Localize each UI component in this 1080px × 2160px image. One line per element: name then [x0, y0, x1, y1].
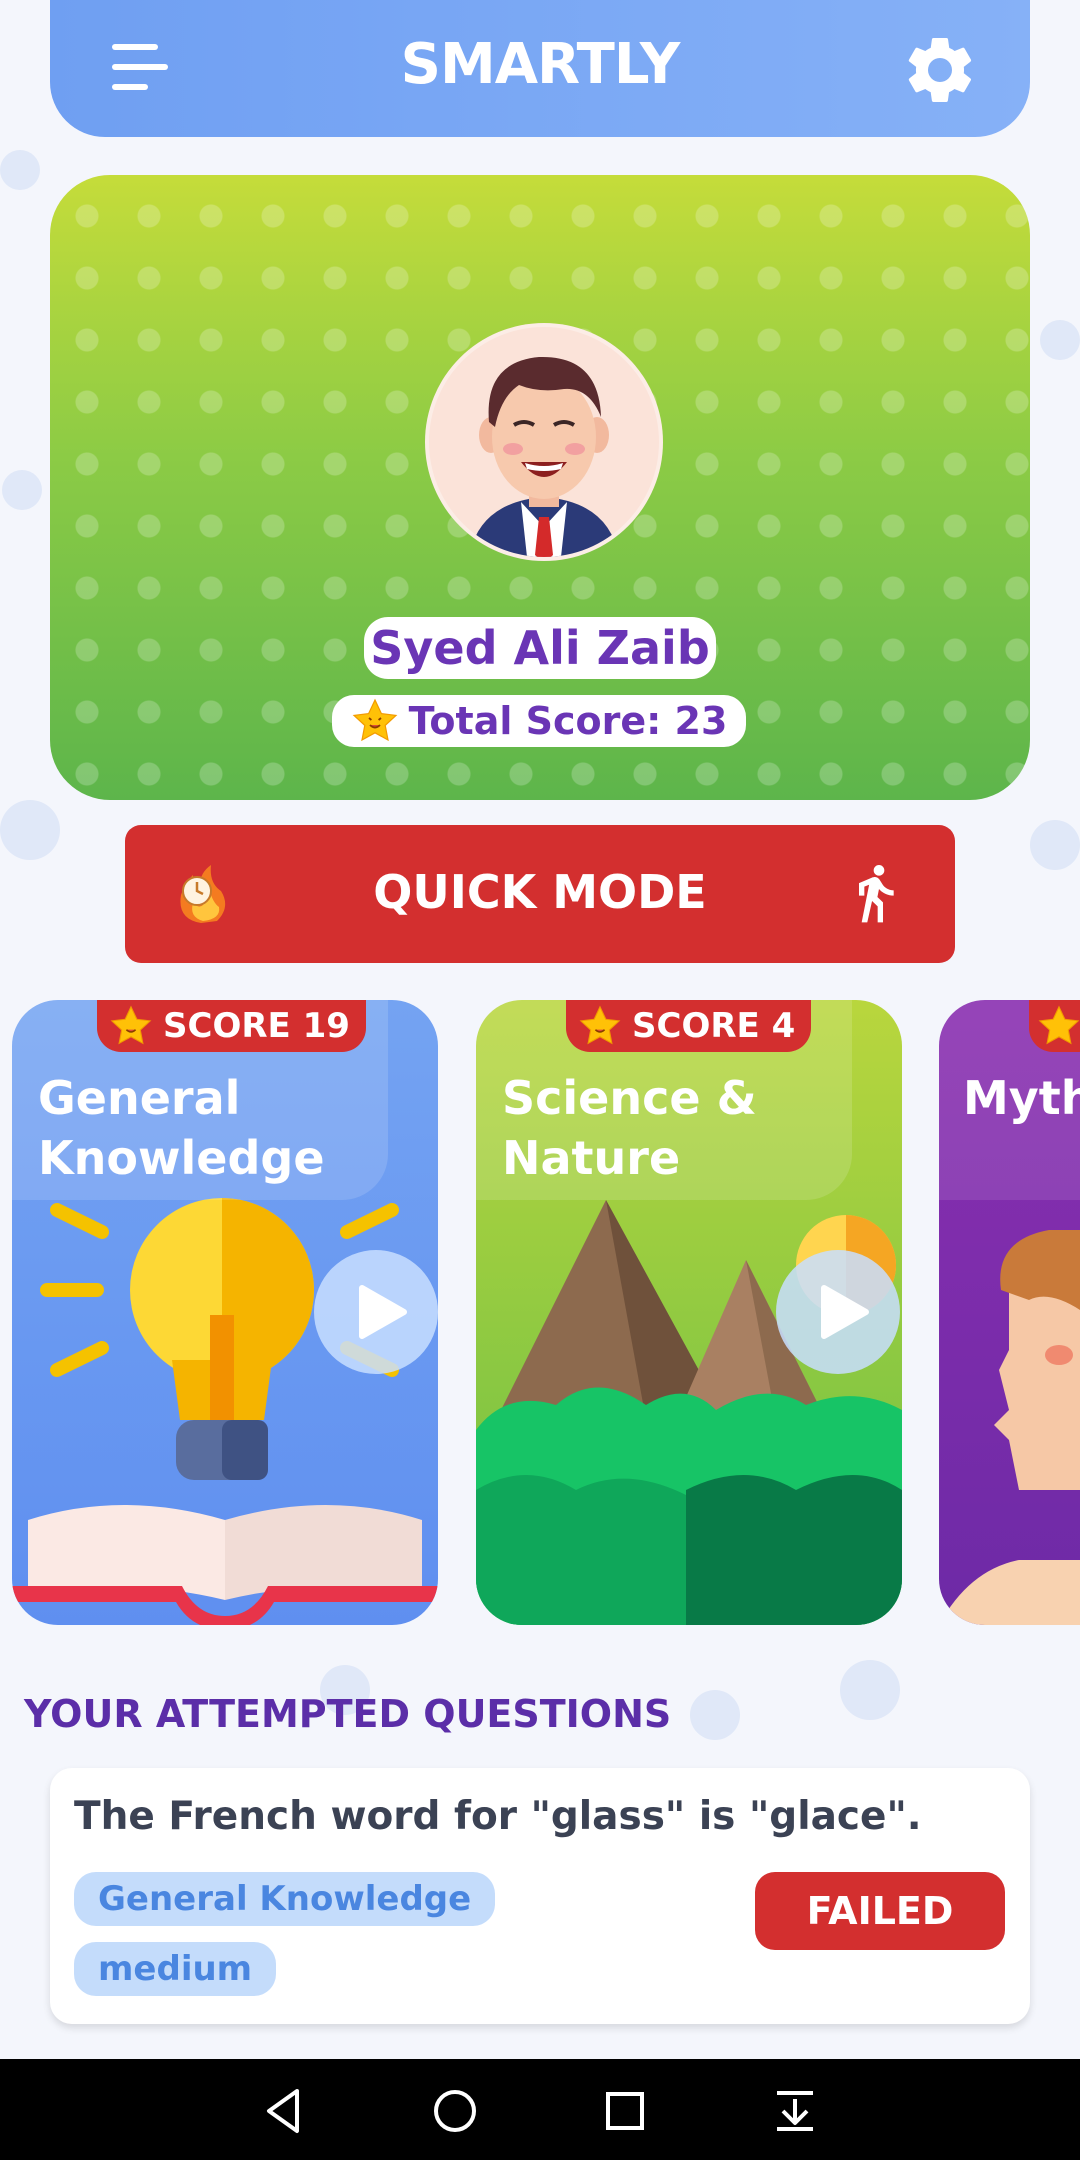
profile-card: Syed Ali Zaib Total Score: 23: [50, 175, 1030, 800]
app-header: SMARTLY: [50, 0, 1030, 137]
quick-mode-button[interactable]: QUICK MODE: [125, 825, 955, 963]
play-icon: [359, 1285, 407, 1339]
background-dot: [1030, 820, 1080, 870]
total-score-badge: Total Score: 23: [332, 695, 746, 747]
recents-button[interactable]: [595, 2081, 655, 2141]
quick-mode-label: QUICK MODE: [373, 865, 707, 919]
play-icon: [821, 1285, 869, 1339]
attempted-question-card[interactable]: The French word for "glass" is "glace". …: [50, 1768, 1030, 2024]
background-dot: [840, 1660, 900, 1720]
category-card-general-knowledge[interactable]: General Knowledge SCORE 19: [12, 1000, 438, 1625]
recents-icon: [606, 2092, 644, 2130]
card-score-badge: SCORE 19: [97, 1000, 366, 1052]
home-icon: [434, 2090, 476, 2132]
star-face-icon: [1038, 1005, 1080, 1045]
background-dot: [0, 800, 60, 860]
running-man-icon: [859, 865, 894, 923]
attempted-questions-heading: YOUR ATTEMPTED QUESTIONS: [24, 1692, 672, 1736]
card-score-label: SCORE 4: [632, 1006, 796, 1046]
difficulty-chip: medium: [74, 1942, 277, 1996]
back-icon: [267, 2089, 299, 2133]
card-score-label: SCORE 19: [163, 1006, 350, 1046]
card-score-badge: [1029, 1000, 1080, 1052]
background-dot: [2, 470, 42, 510]
total-score-label: Total Score: 23: [408, 699, 728, 743]
system-navigation-bar: [0, 2059, 1080, 2160]
star-face-icon: [579, 1005, 621, 1045]
background-dot: [1040, 320, 1080, 360]
question-text: The French word for "glass" is "glace".: [74, 1794, 922, 1839]
background-dot: [0, 150, 40, 190]
home-button[interactable]: [425, 2081, 485, 2141]
background-dot: [690, 1690, 740, 1740]
play-button[interactable]: [314, 1250, 438, 1374]
profile-name: Syed Ali Zaib: [364, 617, 716, 679]
avatar[interactable]: [425, 323, 663, 561]
status-badge: FAILED: [755, 1872, 1005, 1950]
settings-button[interactable]: [900, 30, 980, 110]
star-face-icon: [352, 698, 397, 742]
face-profile-illustration: [939, 1230, 1080, 1625]
play-button[interactable]: [776, 1250, 900, 1374]
category-chip: General Knowledge: [74, 1872, 496, 1926]
category-card-science-nature[interactable]: Science & Nature SCORE 4: [476, 1000, 902, 1625]
card-title: Science & Nature: [502, 1071, 757, 1185]
card-score-badge: SCORE 4: [566, 1000, 812, 1052]
avatar-image: [469, 356, 619, 557]
card-title: General Knowledge: [38, 1071, 325, 1185]
back-button[interactable]: [255, 2081, 315, 2141]
download-icon: [777, 2091, 813, 2131]
category-card-mythology[interactable]: Myth: [939, 1000, 1080, 1625]
app-title: SMARTLY: [400, 32, 681, 97]
notifications-pull-button[interactable]: [765, 2081, 825, 2141]
gear-icon: [908, 37, 972, 102]
card-title: Myth: [963, 1071, 1080, 1125]
star-face-icon: [110, 1005, 152, 1045]
